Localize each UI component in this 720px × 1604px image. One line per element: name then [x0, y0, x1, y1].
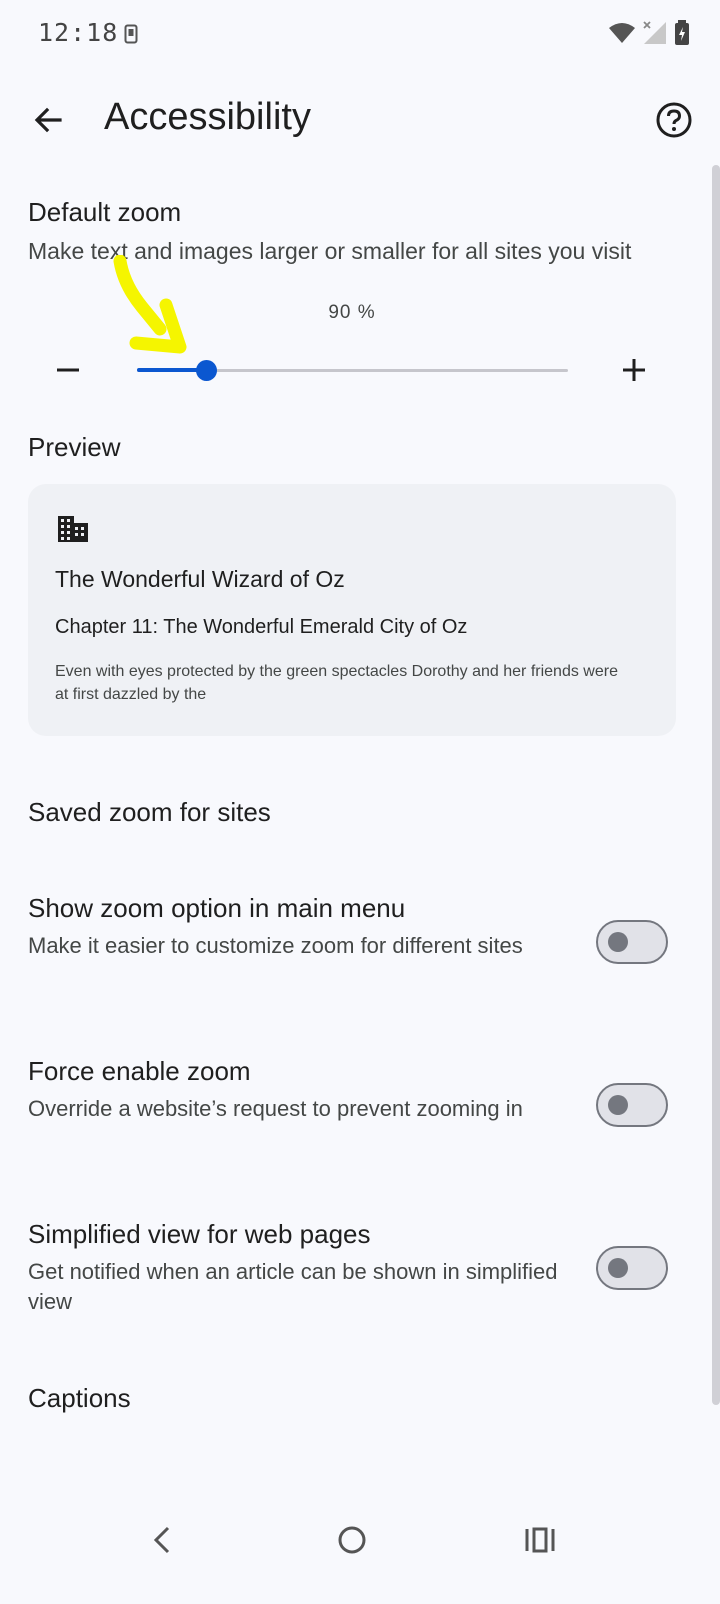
zoom-in-button[interactable] — [612, 348, 656, 392]
phone-icon — [124, 24, 138, 49]
preview-chapter: Chapter 11: The Wonderful Emerald City o… — [55, 616, 468, 638]
default-zoom-title: Default zoom — [28, 197, 182, 227]
captions-heading: Captions — [28, 1383, 131, 1413]
zoom-percent-label: 90 % — [328, 302, 376, 323]
app-bar: Accessibility — [0, 80, 720, 160]
setting-title: Force enable zoom — [28, 1056, 251, 1086]
help-icon[interactable] — [650, 96, 698, 144]
force-enable-zoom-toggle[interactable] — [596, 1083, 668, 1127]
setting-simplified-view[interactable]: Simplified view for web pages Get notifi… — [0, 1219, 700, 1329]
slider-thumb[interactable] — [195, 360, 217, 381]
setting-title: Show zoom option in main menu — [28, 893, 406, 923]
page-title: Accessibility — [104, 96, 311, 138]
status-bar: 12:18 — [0, 0, 720, 70]
scrollbar[interactable] — [712, 165, 720, 1405]
preview-heading: Preview — [28, 432, 121, 462]
arrow-back-icon[interactable] — [24, 96, 72, 144]
saved-zoom-link[interactable]: Saved zoom for sites — [28, 797, 271, 828]
nav-home-icon[interactable] — [322, 1510, 382, 1570]
preview-card: The Wonderful Wizard of Oz Chapter 11: T… — [28, 484, 676, 736]
simplified-view-toggle[interactable] — [596, 1246, 668, 1290]
preview-book-title: The Wonderful Wizard of Oz — [55, 566, 345, 592]
setting-description: Make it easier to customize zoom for dif… — [28, 933, 523, 958]
status-time: 12:18 — [38, 18, 119, 47]
setting-show-zoom-option[interactable]: Show zoom option in main menu Make it ea… — [0, 893, 700, 1003]
annotation-arrow-icon — [113, 255, 187, 354]
preview-body-text: Even with eyes protected by the green sp… — [55, 663, 618, 703]
nav-recents-icon[interactable] — [510, 1510, 570, 1570]
zoom-out-button[interactable] — [46, 348, 90, 392]
setting-title: Simplified view for web pages — [28, 1219, 371, 1249]
default-zoom-slider[interactable] — [137, 357, 568, 383]
wifi-icon — [608, 21, 636, 50]
nav-back-icon[interactable] — [132, 1510, 192, 1570]
battery-icon — [674, 20, 690, 51]
setting-force-enable-zoom[interactable]: Force enable zoom Override a website’s r… — [0, 1056, 700, 1166]
navigation-bar — [0, 1490, 720, 1604]
signal-icon — [642, 20, 668, 51]
building-icon — [56, 514, 90, 549]
setting-description: Override a website’s request to prevent … — [28, 1096, 523, 1121]
setting-description: Get notified when an article can be show… — [28, 1259, 558, 1314]
show-zoom-option-toggle[interactable] — [596, 920, 668, 964]
